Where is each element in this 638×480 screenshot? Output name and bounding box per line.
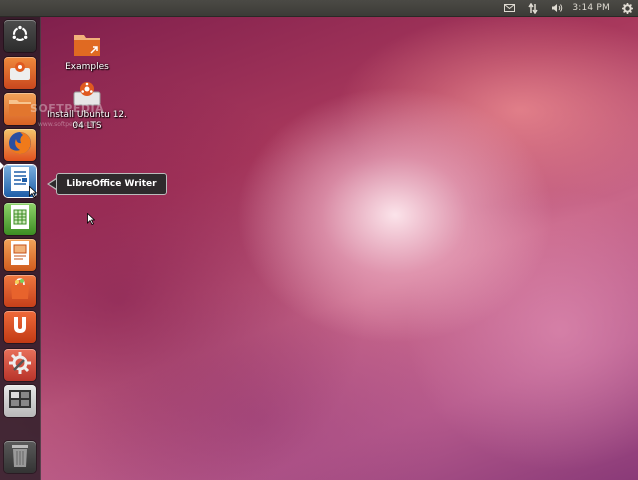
launcher-tooltip: LibreOffice Writer [56, 173, 167, 195]
workspaces-icon [8, 389, 32, 413]
examples-label: Examples [65, 62, 109, 72]
launcher-trash[interactable] [4, 441, 36, 473]
calc-icon [9, 204, 31, 234]
ubuntu-logo-icon [10, 24, 30, 48]
active-app-indicator [0, 162, 4, 170]
session-gear-icon[interactable] [618, 0, 636, 16]
network-icon[interactable] [524, 0, 542, 16]
launcher-software-center[interactable] [4, 275, 36, 307]
shopping-bag-icon [8, 277, 32, 305]
launcher-libreoffice-calc[interactable] [4, 203, 36, 235]
top-panel: 3:14 PM [0, 0, 638, 17]
settings-icon [8, 351, 32, 379]
volume-icon[interactable] [548, 0, 566, 16]
ubuntu-one-icon [9, 314, 31, 340]
firefox-icon [7, 130, 33, 160]
mouse-pointer-icon [87, 210, 96, 229]
examples-folder-icon [62, 32, 112, 62]
launcher-install-ubuntu[interactable] [4, 57, 36, 89]
launcher [0, 17, 41, 480]
desktop-icon-examples[interactable]: Examples [62, 32, 112, 73]
writer-icon [9, 166, 31, 196]
tooltip-text: LibreOffice Writer [66, 179, 157, 189]
softpedia-watermark-url: www.softpedia.com [38, 121, 97, 128]
launcher-libreoffice-impress[interactable] [4, 239, 36, 271]
folder-icon [8, 97, 32, 121]
clock[interactable]: 3:14 PM [572, 3, 610, 13]
launcher-ubuntu-one[interactable] [4, 311, 36, 343]
launcher-workspace-switcher[interactable] [4, 385, 36, 417]
launcher-firefox[interactable] [4, 129, 36, 161]
impress-icon [9, 240, 31, 270]
trash-icon [10, 442, 30, 472]
softpedia-watermark: SOFTPEDIA [30, 102, 105, 115]
dash-home-button[interactable] [4, 20, 36, 52]
mail-icon[interactable] [500, 0, 518, 16]
launcher-system-settings[interactable] [4, 349, 36, 381]
mouse-pointer-icon [29, 183, 38, 202]
installer-icon [8, 60, 32, 86]
